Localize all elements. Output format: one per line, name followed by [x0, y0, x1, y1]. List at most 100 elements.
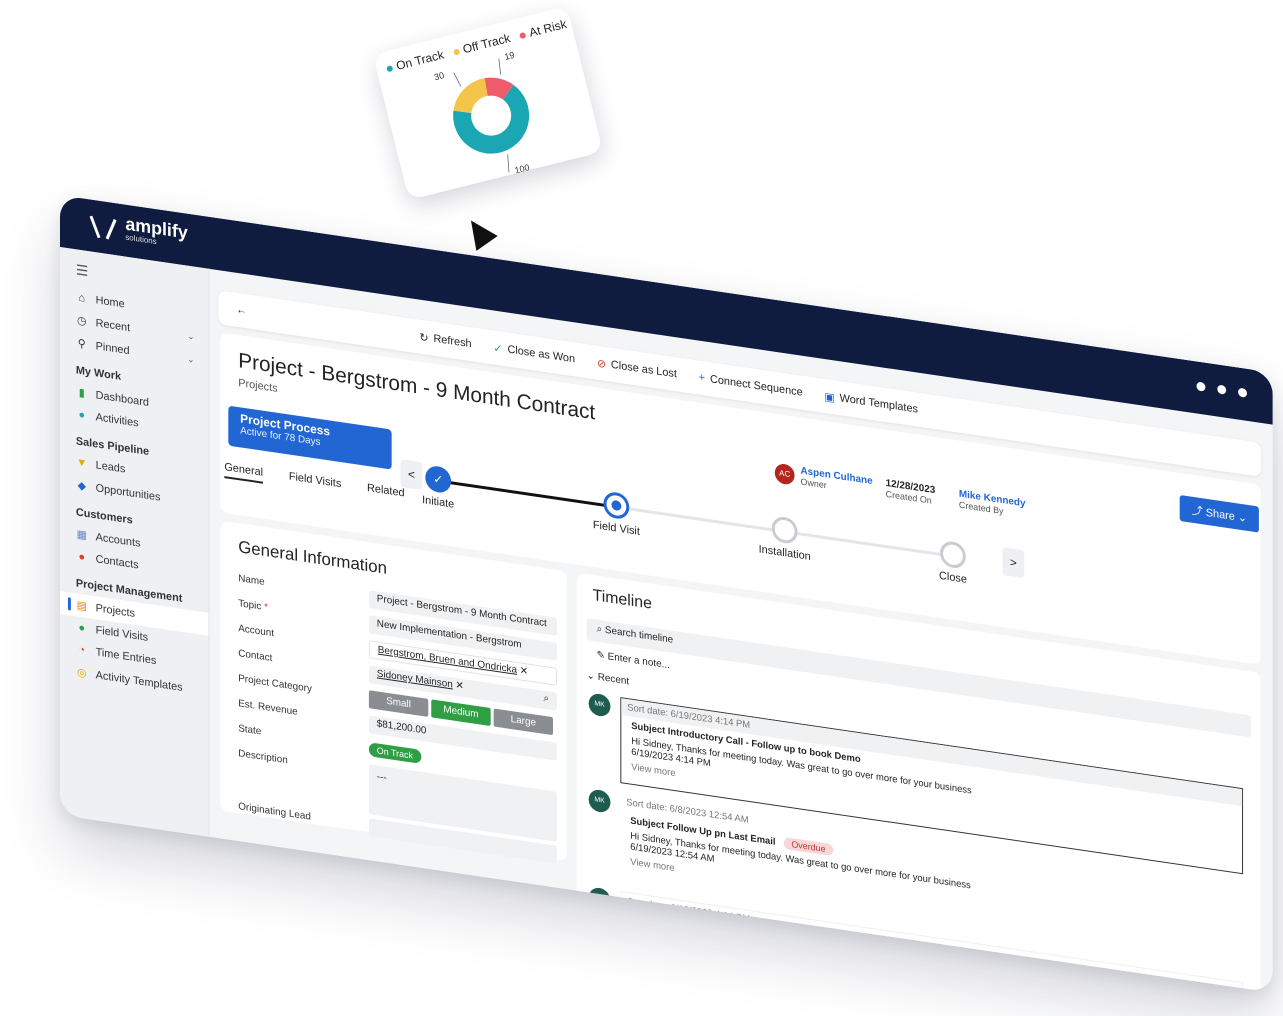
chevron-down-icon: ⌄ [586, 670, 598, 683]
owner-field[interactable]: AC Aspen Culhane Owner [774, 462, 873, 497]
leader-line [453, 72, 462, 87]
search-placeholder: Search timeline [604, 624, 674, 646]
data-label: 19 [503, 50, 515, 62]
required-mark: * [261, 601, 268, 614]
search-icon[interactable]: ⌕ [544, 693, 550, 705]
stage-pending-icon [940, 539, 966, 570]
sidebar-item-label: Projects [95, 601, 135, 620]
close-icon[interactable]: ✕ [456, 680, 464, 692]
stage-label: Installation [758, 543, 811, 563]
brand-logo: amplify solutions [90, 211, 187, 253]
sidebar-item-label: Activities [95, 411, 139, 430]
stage-label: Close [939, 569, 967, 586]
field-label-account: Account [238, 623, 274, 640]
state-badge[interactable]: On Track [368, 742, 421, 764]
check-icon: ✓ [425, 464, 452, 495]
field-label-originating-lead: Originating Lead [238, 801, 311, 823]
created-by-field[interactable]: Mike Kennedy Created By [959, 489, 1026, 520]
sidebar-item-label: Pinned [95, 339, 130, 357]
category-option-small[interactable]: Small [368, 690, 429, 717]
stage-active-icon [603, 490, 630, 521]
stage-label: Field Visit [592, 519, 640, 538]
refresh-button[interactable]: ↻ Refresh [419, 330, 471, 351]
plus-icon: + [698, 371, 706, 385]
sidebar-item-label: Home [95, 294, 125, 311]
field-label-revenue: Est. Revenue [238, 698, 298, 718]
field-label-category: Project Category [238, 673, 312, 695]
block-icon: ⊘ [596, 357, 606, 371]
window-menu-icon[interactable] [1196, 381, 1248, 398]
record-entity: Projects [238, 377, 278, 395]
activities-icon: ● [78, 408, 86, 422]
category-option-large[interactable]: Large [493, 708, 554, 736]
category-option-medium[interactable]: Medium [431, 699, 491, 727]
donut-chart: 100 30 19 [433, 50, 531, 176]
word-templates-label: Word Templates [839, 392, 918, 416]
stage-initiate[interactable]: ✓ Initiate [394, 460, 483, 515]
check-circle-icon: ✓ [493, 341, 503, 356]
stage-label: Initiate [422, 494, 455, 511]
clock-icon: ◷ [77, 314, 87, 328]
recent-group-toggle[interactable]: ⌄ Recent [587, 670, 629, 687]
stage-installation[interactable]: Installation [740, 511, 829, 566]
avatar: MK [588, 886, 611, 912]
recent-label: Recent [597, 671, 630, 688]
close-as-lost-label: Close as Lost [610, 358, 677, 381]
leader-line [507, 154, 510, 173]
close-as-lost-button[interactable]: ⊘ Close as Lost [597, 356, 677, 381]
command-bar-spacer [269, 315, 398, 334]
data-label: 30 [433, 70, 445, 82]
stage-pending-icon [771, 515, 798, 546]
dashboard-icon: ▮ [78, 386, 85, 400]
close-as-won-button[interactable]: ✓ Close as Won [493, 341, 575, 366]
chevron-down-icon[interactable]: ⌄ [187, 331, 194, 343]
templates-icon: ◎ [77, 666, 87, 680]
app-window: amplify solutions ☰ ⌂ Home ◷ Recent ⌄ ⚲ Pinne… [60, 195, 1273, 993]
word-templates-button[interactable]: ▣ Word Templates [824, 389, 918, 416]
tab-general[interactable]: General [224, 461, 264, 484]
field-visits-icon: ● [78, 621, 86, 635]
cursor-pointer-icon [460, 213, 498, 251]
accounts-icon: ▦ [76, 528, 87, 542]
contact-value[interactable]: Sidoney Mainson [377, 668, 453, 690]
sidebar-item-label: Accounts [95, 530, 141, 550]
sidebar-item-label: Recent [95, 316, 131, 334]
close-as-won-label: Close as Won [507, 343, 576, 366]
field-label-topic: Topic * [238, 598, 268, 613]
created-on-field: 12/28/2023 Created On [886, 478, 936, 506]
sidebar-item-label: Field Visits [95, 624, 149, 644]
word-icon: ▣ [824, 390, 835, 404]
stage-close[interactable]: Close [908, 535, 997, 590]
sidebar-item-label: Contacts [95, 553, 139, 572]
chevron-down-icon[interactable]: ⌄ [187, 354, 194, 366]
general-information-card: General Information Name Topic * Account… [220, 520, 567, 864]
back-button[interactable]: ← [236, 304, 247, 318]
close-icon[interactable]: ✕ [520, 665, 528, 677]
sidebar-item-label: Leads [95, 459, 126, 476]
pin-icon: ⚲ [77, 337, 86, 351]
sidebar: ☰ ⌂ Home ◷ Recent ⌄ ⚲ Pinned ⌄ My Work ▮ Dashb… [60, 247, 210, 837]
sidebar-item-label: Dashboard [95, 388, 149, 409]
refresh-label: Refresh [433, 332, 472, 351]
tab-field-visits[interactable]: Field Visits [289, 471, 341, 496]
leads-icon: ▼ [76, 456, 88, 470]
stage-field-visit[interactable]: Field Visit [572, 486, 661, 541]
avatar: AC [774, 462, 795, 486]
leader-line [498, 58, 501, 75]
note-placeholder: Enter a note... [607, 651, 670, 672]
projects-icon: ▤ [76, 599, 87, 613]
field-label-name: Name [238, 573, 265, 588]
business-process-flag[interactable]: Project Process Active for 78 Days [228, 405, 392, 470]
timer-icon: ◔ [78, 643, 86, 657]
stage-next-button[interactable]: > [1002, 547, 1025, 579]
data-label: 100 [514, 162, 531, 175]
connect-sequence-label: Connect Sequence [709, 373, 803, 399]
connect-sequence-button[interactable]: + Connect Sequence [699, 372, 803, 399]
section-title: General Information [238, 537, 387, 578]
amplify-logo-icon [90, 214, 118, 240]
field-label-contact: Contact [238, 648, 273, 665]
section-title: Timeline [592, 587, 652, 613]
avatar: MK [588, 788, 611, 814]
marketing-stage: amplify solutions ☰ ⌂ Home ◷ Recent ⌄ ⚲ Pinne… [0, 0, 1283, 1016]
opportunities-icon: ◆ [77, 479, 86, 493]
